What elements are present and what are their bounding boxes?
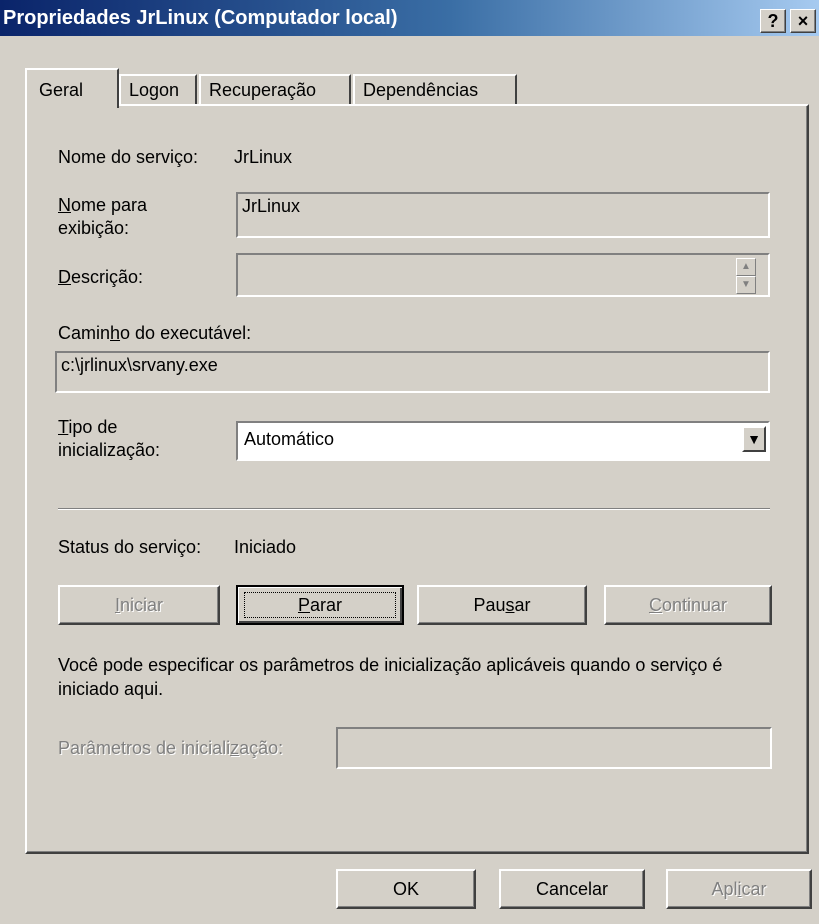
tab-recuperacao-label: Recuperação xyxy=(209,80,317,100)
startup-type-value: Automático xyxy=(244,429,335,449)
tab-geral-label: Geral xyxy=(39,80,84,100)
tab-dependencias-label: Dependências xyxy=(363,80,479,100)
exe-path-label-post: o do executável: xyxy=(120,323,252,343)
display-name-accelerator: N xyxy=(58,195,71,215)
description-label: Descrição: xyxy=(58,266,143,288)
tab-logon-label: Logon xyxy=(129,80,180,100)
startup-type-label-text: ipo de xyxy=(68,417,118,437)
ok-label: OK xyxy=(392,879,419,899)
service-name-label: Nome do serviço: xyxy=(58,147,199,167)
startup-type-label-line2: inicialização: xyxy=(58,440,161,460)
service-status-label: Status do serviço: xyxy=(58,537,202,557)
close-button[interactable]: × xyxy=(790,9,816,33)
apply-label-pre: Apl xyxy=(711,879,738,899)
pause-button[interactable]: Pausar xyxy=(417,585,587,625)
exe-path-label-pre: Camin xyxy=(58,323,111,343)
exe-path-accelerator: h xyxy=(110,323,121,343)
display-name-field[interactable]: JrLinux xyxy=(236,192,770,238)
scroll-down-icon[interactable]: ▼ xyxy=(736,276,756,294)
start-params-label-pre: Parâmetros de iniciali xyxy=(58,738,231,758)
pause-label-post: ar xyxy=(514,595,531,615)
start-params-accelerator: z xyxy=(230,738,240,758)
tab-logon[interactable]: Logon xyxy=(119,74,197,106)
properties-dialog: Propriedades JrLinux (Computador local) … xyxy=(0,0,819,924)
display-name-value: JrLinux xyxy=(242,196,301,216)
help-button[interactable]: ? xyxy=(760,9,786,33)
startup-type-label-line1: Tipo de xyxy=(58,416,117,438)
apply-label-post: car xyxy=(741,879,767,899)
continue-accelerator: C xyxy=(648,595,662,615)
pause-label-pre: Pau xyxy=(473,595,506,615)
exe-path-label: Caminho do executável: xyxy=(58,322,251,344)
display-name-label-line2: exibição: xyxy=(58,218,130,238)
start-button[interactable]: Iniciar xyxy=(58,585,220,625)
scroll-up-icon[interactable]: ▲ xyxy=(736,258,756,276)
params-help-text: Você pode especificar os parâmetros de i… xyxy=(58,655,723,699)
exe-path-field[interactable]: c:\jrlinux\srvany.exe xyxy=(55,351,770,393)
close-icon: × xyxy=(797,11,809,31)
separator xyxy=(58,508,770,510)
service-status-value: Iniciado xyxy=(234,537,297,557)
focus-ring xyxy=(244,592,396,618)
description-field[interactable] xyxy=(236,253,770,297)
display-name-label-text: ome para xyxy=(71,195,148,215)
chevron-down-icon[interactable]: ▼ xyxy=(742,426,766,452)
start-params-label-post: ação: xyxy=(239,738,284,758)
tab-geral[interactable]: Geral xyxy=(25,68,119,108)
ok-button[interactable]: OK xyxy=(336,869,476,909)
exe-path-value: c:\jrlinux\srvany.exe xyxy=(61,355,218,375)
start-label: niciar xyxy=(120,595,164,615)
start-params-field[interactable] xyxy=(336,727,772,769)
pause-accelerator: s xyxy=(505,595,515,615)
service-name-value: JrLinux xyxy=(234,147,293,167)
cancel-label: Cancelar xyxy=(535,879,609,899)
display-name-label-line1: Nome para xyxy=(58,194,147,216)
cancel-button[interactable]: Cancelar xyxy=(499,869,645,909)
continue-button[interactable]: Continuar xyxy=(604,585,772,625)
startup-type-accelerator: T xyxy=(58,417,69,437)
apply-button[interactable]: Aplicar xyxy=(666,869,812,909)
tab-dependencias[interactable]: Dependências xyxy=(353,74,517,106)
tab-recuperacao[interactable]: Recuperação xyxy=(199,74,351,106)
start-params-label: Parâmetros de inicialização: xyxy=(58,737,283,759)
help-icon: ? xyxy=(767,11,779,31)
description-accelerator: D xyxy=(58,267,71,287)
stop-button[interactable]: Parar xyxy=(236,585,404,625)
title-bar[interactable]: Propriedades JrLinux (Computador local) … xyxy=(0,0,819,36)
description-label-text: escrição: xyxy=(71,267,144,287)
startup-type-select[interactable]: Automático xyxy=(236,421,770,461)
window-title: Propriedades JrLinux (Computador local) xyxy=(3,7,398,29)
continue-label: ontinuar xyxy=(661,595,728,615)
